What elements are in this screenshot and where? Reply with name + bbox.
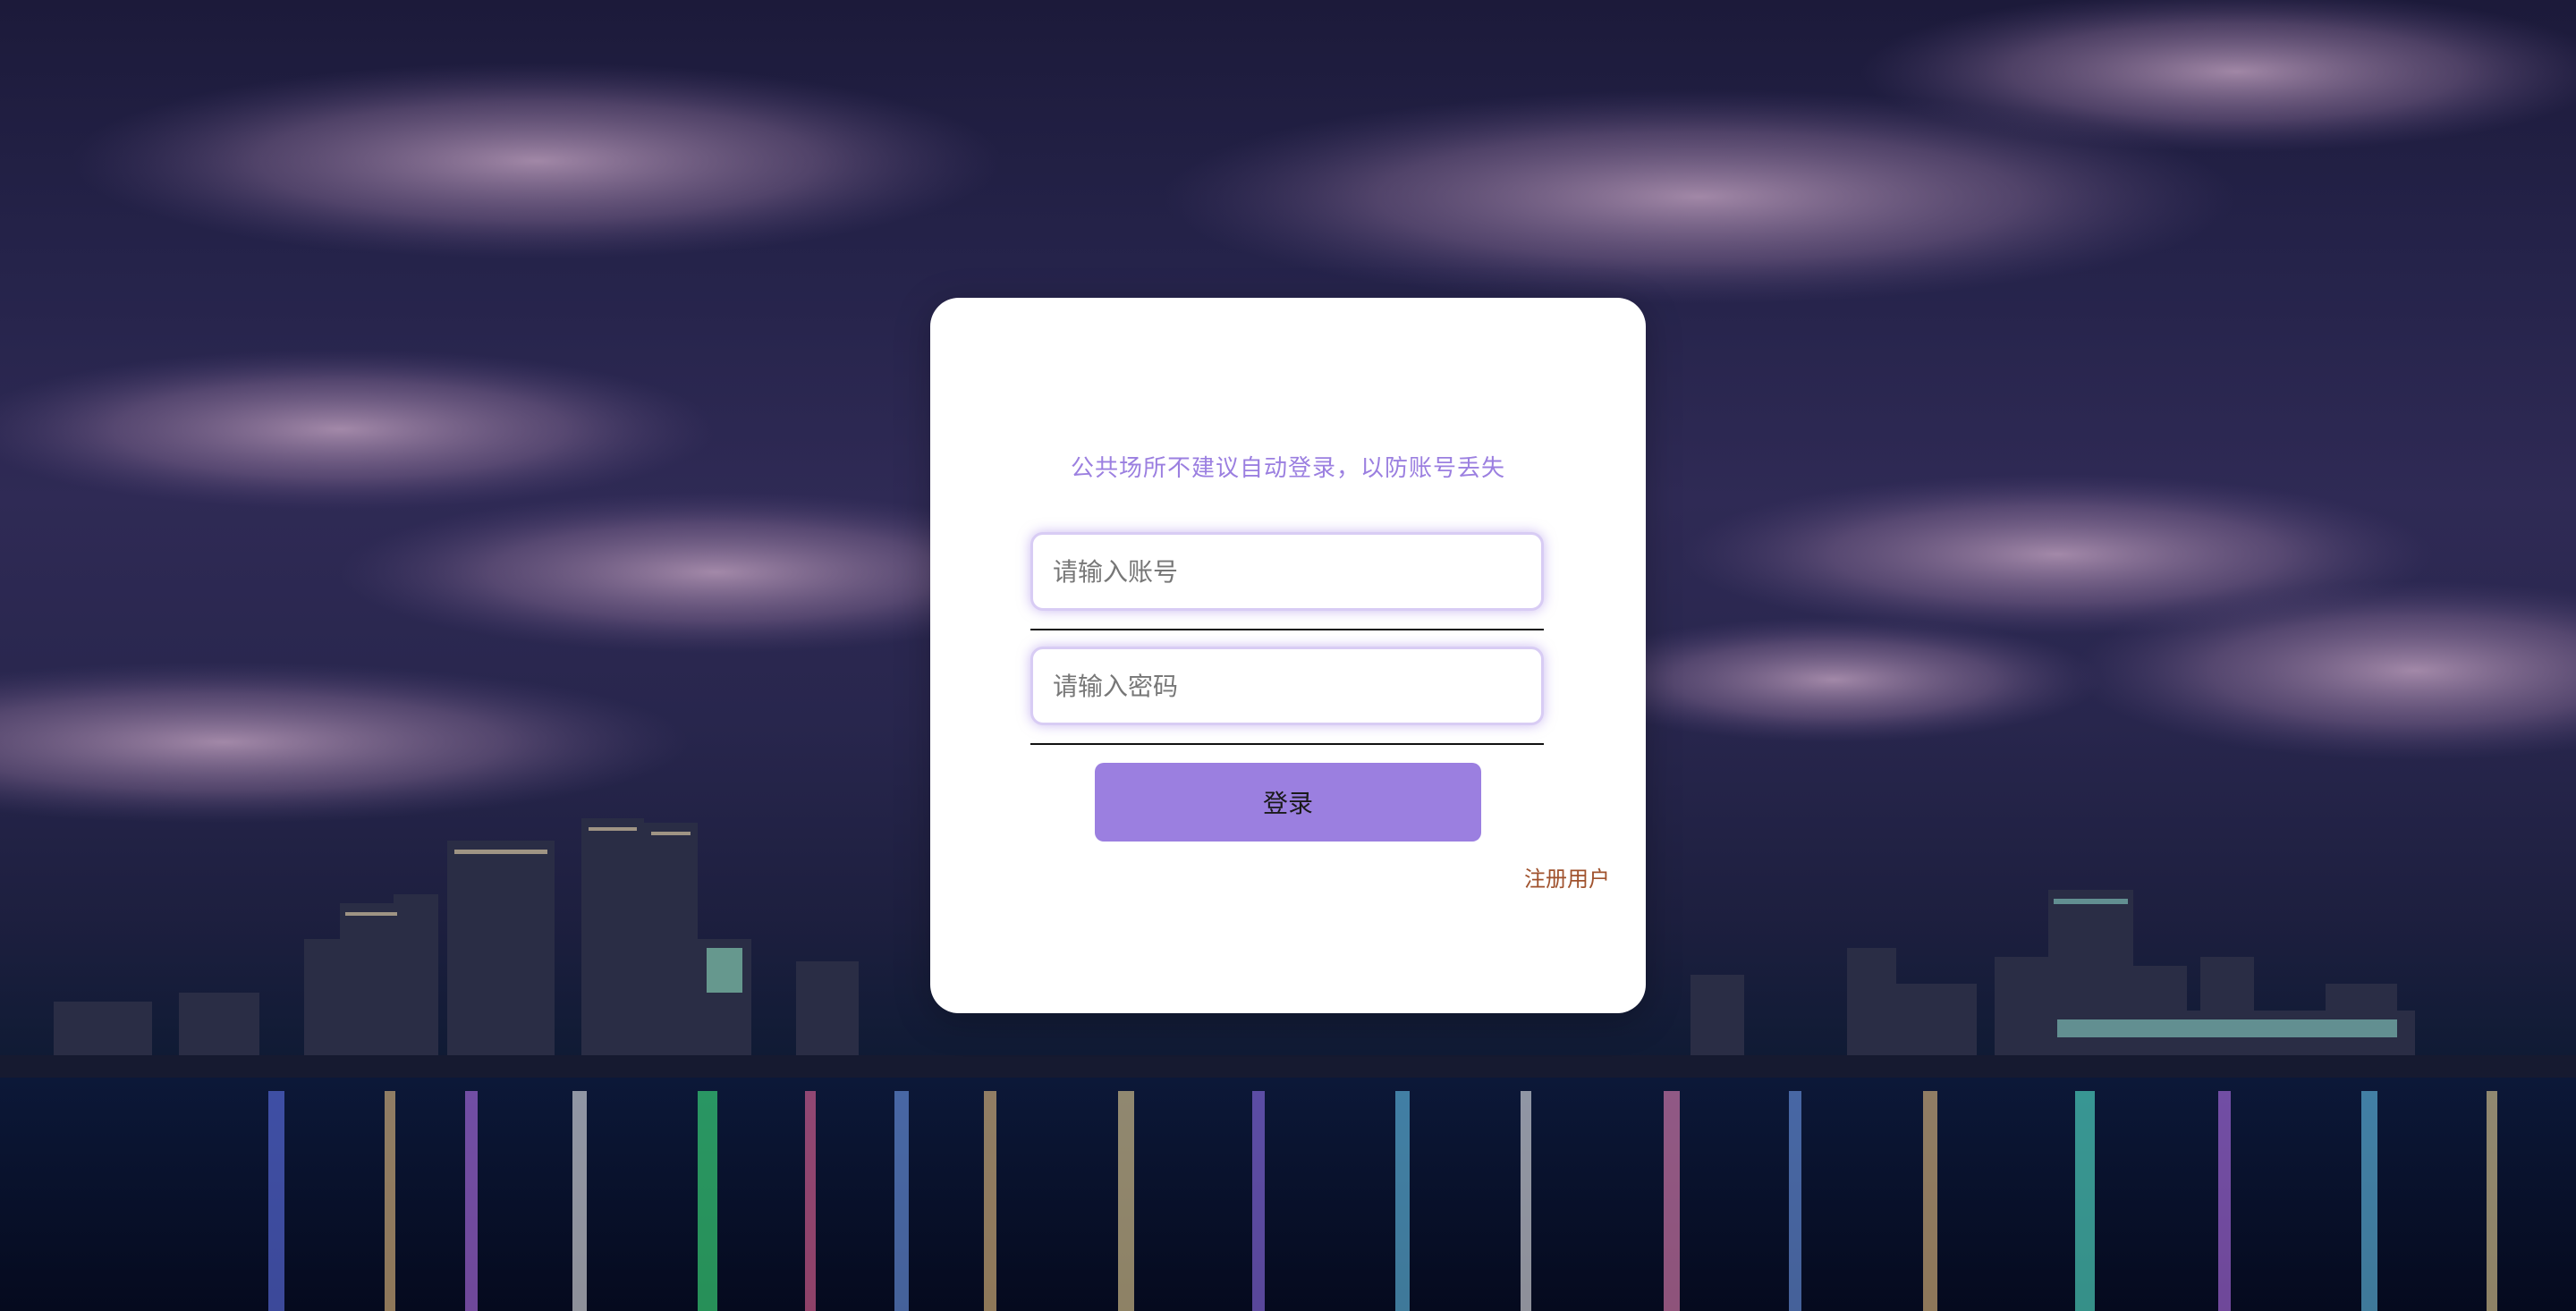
- password-input[interactable]: [1030, 647, 1544, 725]
- auto-login-hint: 公共场所不建议自动登录，以防账号丢失: [1070, 455, 1505, 482]
- register-link[interactable]: 注册用户: [1524, 861, 1610, 892]
- password-underline: [1030, 743, 1544, 745]
- login-page: 公共场所不建议自动登录，以防账号丢失 登录 注册用户: [0, 0, 2576, 1311]
- login-card: 公共场所不建议自动登录，以防账号丢失 登录 注册用户: [930, 298, 1646, 1013]
- login-button[interactable]: 登录: [1095, 763, 1481, 842]
- account-field: [1030, 532, 1544, 630]
- account-underline: [1030, 629, 1544, 630]
- cloud: [0, 662, 689, 823]
- cloud: [72, 63, 1002, 259]
- city-lights: [707, 948, 742, 993]
- account-input[interactable]: [1030, 532, 1544, 611]
- cloud: [1565, 617, 2102, 742]
- password-field: [1030, 647, 1544, 745]
- cloud: [0, 349, 716, 510]
